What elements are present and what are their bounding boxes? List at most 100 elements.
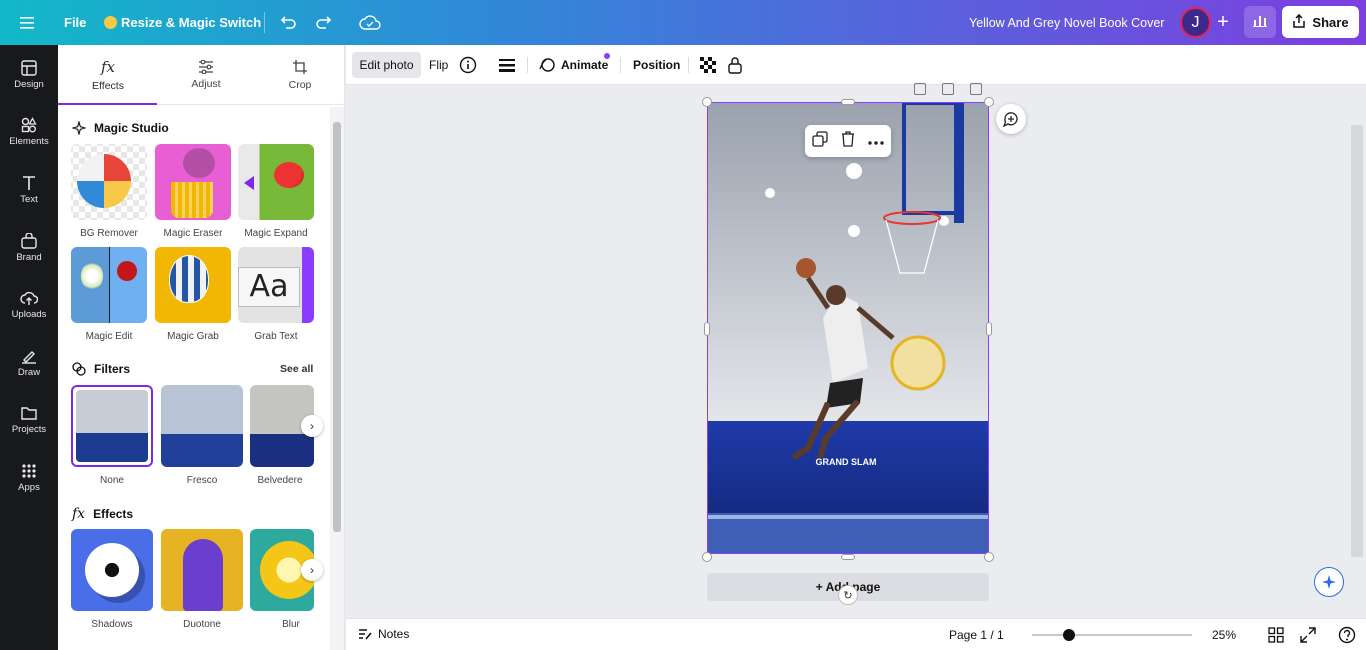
rail-item-apps[interactable]: Apps <box>0 453 58 503</box>
resize-handle-top[interactable] <box>841 99 855 105</box>
undo-button[interactable] <box>276 0 300 45</box>
bg-remover-tile[interactable] <box>71 144 147 220</box>
rail-item-elements[interactable]: Elements <box>0 107 58 157</box>
canvas-scrollbar[interactable] <box>1351 125 1363 557</box>
magic-edit-tile[interactable] <box>71 247 147 323</box>
canvas-area: GRAND SLAM + Add page ↻ <box>346 83 1366 618</box>
filters-next-button[interactable]: › <box>301 415 323 437</box>
rail-item-text[interactable]: Text <box>0 165 58 215</box>
resize-handle-bottom-right[interactable] <box>984 552 994 562</box>
tab-crop[interactable]: Crop <box>252 45 348 105</box>
effect-duotone-tile[interactable] <box>161 529 243 611</box>
banner-text: GRAND SLAM <box>816 457 877 467</box>
zoom-slider[interactable] <box>1032 629 1192 641</box>
lock-page-icon[interactable] <box>914 83 926 95</box>
filter-none-tile[interactable] <box>71 385 153 467</box>
magic-sparkle-icon <box>1322 575 1336 589</box>
plus-icon: + <box>1217 10 1229 33</box>
grid-view-button[interactable] <box>1268 627 1284 646</box>
tab-adjust[interactable]: Adjust <box>158 45 254 105</box>
rail-item-uploads[interactable]: Uploads <box>0 280 58 330</box>
rail-item-design[interactable]: Design <box>0 50 58 100</box>
expand-page-icon[interactable] <box>970 83 982 95</box>
chevron-right-icon: › <box>310 419 314 433</box>
flip-button[interactable]: Flip <box>429 52 448 78</box>
notes-button[interactable]: Notes <box>358 627 409 641</box>
bg-remover-label: BG Remover <box>80 228 138 239</box>
position-button[interactable]: Position <box>633 52 680 78</box>
resize-handle-left[interactable] <box>704 322 710 336</box>
rail-item-projects[interactable]: Projects <box>0 395 58 445</box>
more-icon <box>868 141 885 145</box>
rail-item-brand[interactable]: Brand <box>0 223 58 273</box>
zoom-slider-thumb[interactable] <box>1062 629 1075 641</box>
magic-eraser-tile[interactable] <box>155 144 231 220</box>
info-button[interactable] <box>459 52 477 78</box>
resize-handle-top-left[interactable] <box>702 97 712 107</box>
magic-expand-tile[interactable] <box>238 144 314 220</box>
transparency-icon <box>700 57 716 73</box>
zoom-level[interactable]: 25% <box>1212 628 1236 642</box>
file-menu[interactable]: File <box>64 0 86 45</box>
panel-scrollbar-thumb[interactable] <box>333 122 341 532</box>
edit-photo-button[interactable]: Edit photo <box>352 52 421 78</box>
brand-icon <box>21 233 37 249</box>
menu-button[interactable] <box>16 0 40 45</box>
document-title[interactable]: Yellow And Grey Novel Book Cover <box>969 0 1164 45</box>
duplicate-page-icon[interactable] <box>942 83 954 95</box>
resize-handle-bottom-left[interactable] <box>702 552 712 562</box>
tab-label: Crop <box>288 79 312 91</box>
resize-handle-top-right[interactable] <box>984 97 994 107</box>
avatar[interactable]: J <box>1180 7 1211 38</box>
notes-icon <box>359 629 372 640</box>
fx-icon: fx <box>72 506 86 522</box>
resize-magic-switch-button[interactable]: Resize & Magic Switch <box>104 0 261 45</box>
tab-effects[interactable]: fx Effects <box>60 45 156 105</box>
design-page[interactable]: GRAND SLAM <box>707 102 989 554</box>
resize-label: Resize & Magic Switch <box>121 15 262 30</box>
more-options-button[interactable] <box>868 132 885 150</box>
comment-button[interactable] <box>996 104 1026 134</box>
save-status-button[interactable] <box>358 0 382 45</box>
context-toolbar: Edit photo Flip Animate Position <box>346 45 1366 85</box>
filter-fresco-tile[interactable] <box>161 385 243 467</box>
effects-next-button[interactable]: › <box>301 559 323 581</box>
border-style-icon <box>499 59 515 72</box>
filter-none-label: None <box>100 475 124 486</box>
border-style-button[interactable] <box>499 52 515 78</box>
animate-icon <box>539 58 555 72</box>
apps-icon <box>22 464 36 478</box>
duplicate-button[interactable] <box>812 130 828 152</box>
share-button[interactable]: Share <box>1282 6 1359 38</box>
magic-assistant-button[interactable] <box>1314 567 1344 597</box>
projects-icon <box>21 407 37 420</box>
page-indicator[interactable]: Page 1 / 1 <box>949 628 1004 642</box>
lock-button[interactable] <box>728 52 742 78</box>
magic-grab-tile[interactable] <box>155 247 231 323</box>
help-button[interactable] <box>1338 626 1356 647</box>
resize-handle-bottom[interactable] <box>841 554 855 560</box>
left-rail: Design Elements Text Brand Uploads Draw … <box>0 45 58 650</box>
undo-icon <box>276 11 300 35</box>
filters-heading: Filters <box>72 362 130 376</box>
filters-see-all-link[interactable]: See all <box>280 363 313 375</box>
effect-shadows-tile[interactable] <box>71 529 153 611</box>
grab-text-label: Grab Text <box>254 331 298 342</box>
insights-button[interactable] <box>1244 6 1276 38</box>
panel-scrollbar[interactable] <box>330 107 344 650</box>
divider <box>264 12 265 33</box>
tab-label: Adjust <box>191 78 221 90</box>
animate-button[interactable]: Animate <box>538 52 608 78</box>
redo-button[interactable] <box>312 0 336 45</box>
grab-text-tile[interactable]: Aa <box>238 247 314 323</box>
resize-handle-right[interactable] <box>986 322 992 336</box>
balloon-image <box>169 255 209 303</box>
fullscreen-button[interactable] <box>1300 627 1316 646</box>
rail-item-draw[interactable]: Draw <box>0 338 58 388</box>
rotate-handle[interactable]: ↻ <box>838 585 858 605</box>
transparency-button[interactable] <box>700 52 716 78</box>
invite-button[interactable]: + <box>1210 9 1236 35</box>
elements-icon <box>21 117 37 133</box>
delete-button[interactable] <box>841 130 855 152</box>
filter-thumbnail <box>161 385 243 467</box>
